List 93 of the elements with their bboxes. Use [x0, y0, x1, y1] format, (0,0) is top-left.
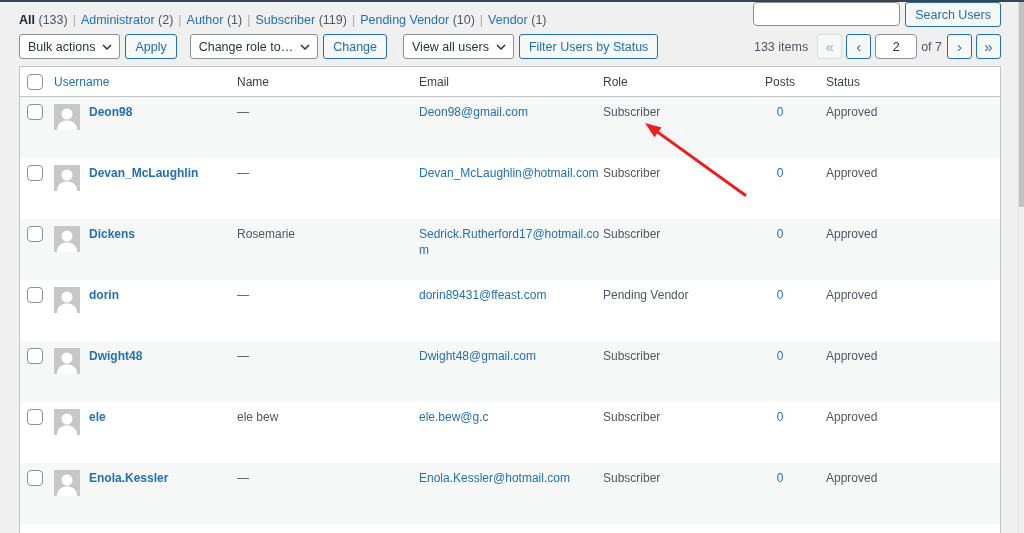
post-count-link[interactable]: 0 [776, 104, 784, 120]
apply-button[interactable]: Apply [125, 34, 177, 59]
column-header[interactable]: Username [54, 74, 110, 89]
email-link[interactable]: Enola.Kessler@hotmail.com [419, 470, 603, 486]
avatar-icon [54, 348, 80, 374]
column-header: Name [237, 74, 269, 89]
link-separator: | [178, 13, 182, 28]
column-header: Role [603, 74, 628, 89]
change-button[interactable]: Change [323, 34, 387, 59]
row-checkbox[interactable] [27, 104, 43, 120]
avatar-icon [54, 104, 80, 130]
user-role-filter-link[interactable]: Pending Vendor (10) [360, 13, 475, 28]
name-cell: — [237, 287, 249, 303]
column-header: Status [826, 74, 861, 89]
avatar-icon [54, 409, 80, 435]
post-count-link[interactable]: 0 [776, 226, 784, 242]
chevron-down-icon [102, 43, 113, 50]
user-role-filter-link[interactable]: All (133) [19, 13, 68, 28]
next-page-button[interactable]: › [947, 34, 972, 59]
name-cell: Rosemarie [237, 226, 296, 242]
avatar-icon [54, 165, 80, 191]
row-checkbox[interactable] [27, 165, 43, 181]
user-role-filter-link[interactable]: Author (1) [186, 13, 243, 28]
scrollbar-thumb[interactable] [1019, 2, 1024, 207]
status-cell: Approved [826, 409, 878, 425]
row-checkbox[interactable] [27, 226, 43, 242]
previous-page-button[interactable]: ‹ [846, 34, 872, 59]
row-checkbox[interactable] [27, 470, 43, 486]
user-role-filter-link[interactable]: Subscriber (119) [255, 13, 347, 28]
user-status-select[interactable]: View all users [403, 34, 514, 59]
role-cell: Pending Vendor [603, 287, 689, 303]
link-separator: | [351, 13, 356, 28]
post-count-link[interactable]: 0 [776, 470, 784, 486]
username-link[interactable]: ele [89, 409, 106, 425]
search-users-button[interactable]: Search Users [905, 2, 1001, 27]
column-header: Email [419, 74, 449, 89]
username-link[interactable]: dorin [89, 287, 119, 303]
avatar-icon [54, 226, 80, 252]
status-cell: Approved [826, 348, 878, 364]
name-cell: — [237, 470, 249, 486]
role-cell: Subscriber [603, 226, 661, 242]
username-link[interactable]: Enola.Kessler [89, 470, 169, 486]
post-count-link[interactable]: 0 [776, 165, 784, 181]
status-cell: Approved [826, 470, 878, 486]
last-page-button[interactable]: » [976, 34, 1001, 59]
username-link[interactable]: Dwight48 [89, 348, 143, 364]
row-checkbox[interactable] [27, 409, 43, 425]
select-all-checkbox[interactable] [27, 73, 43, 90]
role-cell: Subscriber [603, 348, 661, 364]
status-cell: Approved [826, 165, 878, 181]
chevron-down-icon [300, 43, 311, 50]
username-link[interactable]: Deon98 [89, 104, 133, 120]
role-cell: Subscriber [603, 104, 661, 120]
link-separator: | [479, 13, 484, 28]
item-count: 133 items [753, 39, 809, 54]
name-cell: — [237, 165, 249, 181]
status-cell: Approved [826, 226, 878, 242]
email-link[interactable]: dorin89431@ffeast.com [419, 287, 603, 303]
search-field[interactable] [753, 2, 901, 26]
avatar-icon [54, 287, 80, 313]
page-number-field[interactable]: 2 [875, 34, 918, 59]
name-cell: — [237, 348, 249, 364]
page-total: of 7 [921, 39, 942, 54]
link-separator: | [247, 13, 251, 28]
chevron-down-icon [495, 43, 506, 50]
name-cell: ele bew [237, 409, 279, 425]
post-count-link[interactable]: 0 [776, 348, 784, 364]
email-link[interactable]: ele.bew@g.c [419, 409, 603, 425]
filter-button[interactable]: Filter Users by Status [518, 34, 659, 59]
role-cell: Subscriber [603, 165, 661, 181]
avatar-icon [54, 470, 80, 496]
role-cell: Subscriber [603, 409, 661, 425]
username-link[interactable]: Devan_McLaughlin [89, 165, 199, 181]
status-cell: Approved [826, 287, 878, 303]
bulk-actions-select[interactable]: Bulk actions [19, 34, 121, 59]
user-role-filter-link[interactable]: Administrator (2) [80, 13, 174, 28]
email-link[interactable]: Sedrick.Rutherford17@hotmail.com [419, 226, 603, 258]
email-link[interactable]: Dwight48@gmail.com [419, 348, 603, 364]
email-link[interactable]: Deon98@gmail.com [419, 104, 603, 120]
name-cell: — [237, 104, 249, 120]
status-cell: Approved [826, 104, 878, 120]
change-role-select[interactable]: Change role to… [189, 34, 319, 59]
post-count-link[interactable]: 0 [776, 287, 784, 303]
link-separator: | [72, 13, 76, 28]
role-cell: Subscriber [603, 470, 661, 486]
email-link[interactable]: Devan_McLaughlin@hotmail.com [419, 165, 603, 181]
row-checkbox[interactable] [27, 348, 43, 364]
post-count-link[interactable]: 0 [776, 409, 784, 425]
scrollbar[interactable] [1018, 2, 1024, 533]
username-link[interactable]: Dickens [89, 226, 136, 242]
user-role-filter-link[interactable]: Vendor (1) [488, 13, 547, 28]
row-checkbox[interactable] [27, 287, 43, 303]
column-header: Posts [765, 74, 795, 89]
